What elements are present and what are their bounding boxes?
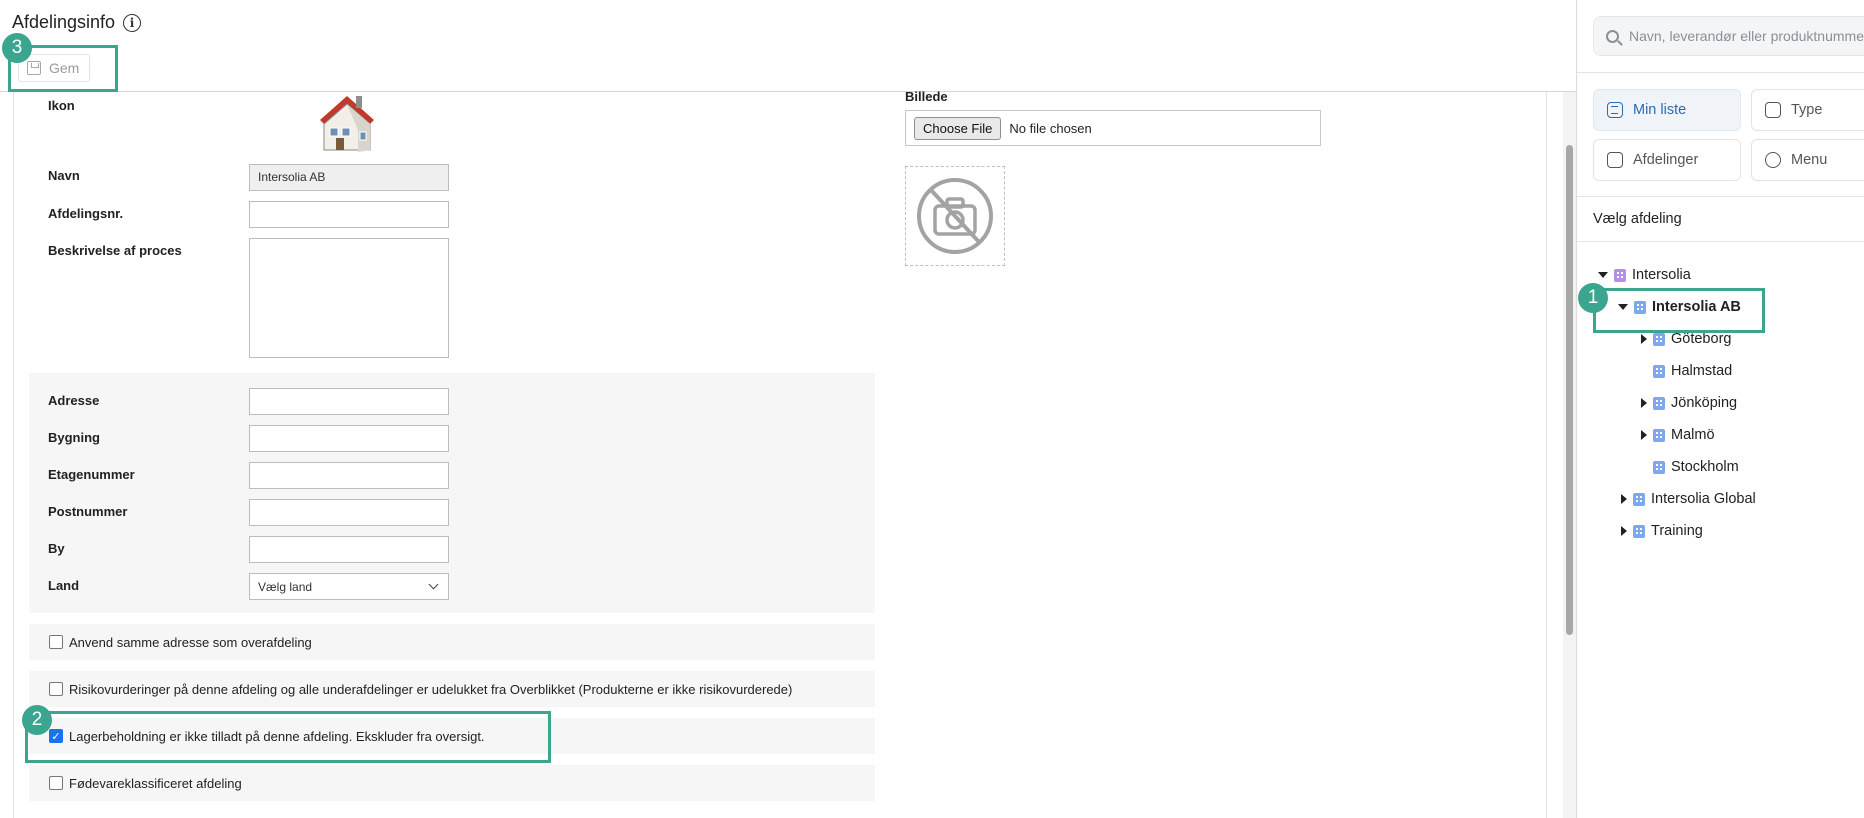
city-field[interactable] (249, 536, 449, 563)
type-icon (1765, 102, 1781, 118)
button-label: Afdelinger (1633, 152, 1699, 168)
caret-right-icon[interactable] (1621, 526, 1627, 536)
tree-item-label: Intersolia Global (1651, 491, 1756, 507)
address-label: Adresse (48, 393, 100, 408)
tree-item-intersolia[interactable]: Intersolia (1598, 265, 1691, 285)
name-label: Navn (48, 168, 80, 183)
checkbox-label: Anvend samme adresse som overafdeling (69, 634, 312, 650)
tree-item-label: Göteborg (1671, 331, 1732, 347)
highlight-box-stock (25, 711, 551, 763)
country-label: Land (48, 578, 80, 593)
tree-item-training[interactable]: Training (1621, 521, 1703, 541)
city-label: By (48, 541, 65, 556)
main-scrollbar-thumb[interactable] (1566, 145, 1573, 635)
checkbox-label: Risikovurderinger på denne afdeling og a… (69, 681, 793, 697)
sidebar-divider (1577, 196, 1864, 197)
caret-right-icon[interactable] (1641, 398, 1647, 408)
tree-item-label: Stockholm (1671, 459, 1739, 475)
address-section (29, 373, 875, 613)
departments-icon (1607, 152, 1623, 168)
image-label: Billede (905, 89, 948, 104)
country-select-value: Vælg land (258, 579, 313, 594)
caret-down-icon[interactable] (1598, 272, 1608, 278)
afdelinger-button[interactable]: Afdelinger (1593, 139, 1741, 181)
no-file-text: No file chosen (1009, 120, 1092, 136)
button-label: Type (1791, 102, 1823, 118)
building-icon (1653, 364, 1665, 378)
house-icon[interactable] (312, 90, 382, 156)
search-input[interactable]: Navn, leverandør eller produktnummer (1593, 16, 1864, 56)
checkbox-food-classified[interactable] (49, 776, 63, 790)
caret-right-icon[interactable] (1641, 334, 1647, 344)
postal-label: Postnummer (48, 504, 128, 519)
type-button[interactable]: Type (1751, 89, 1864, 131)
building-field[interactable] (249, 425, 449, 452)
sidebar-divider (1577, 72, 1864, 73)
highlight-box-intersolia-ab (1593, 288, 1765, 333)
building-icon (1653, 460, 1665, 474)
min-liste-button[interactable]: Min liste (1593, 89, 1741, 131)
menu-button[interactable]: Menu (1751, 139, 1864, 181)
chevron-down-icon (428, 579, 439, 590)
floor-label: Etagenummer (48, 467, 135, 482)
address-field[interactable] (249, 388, 449, 415)
annotation-badge-1: 1 (1578, 283, 1608, 313)
sidebar-divider (1577, 241, 1864, 242)
sidebar: Navn, leverandør eller produktnummer Min… (1576, 0, 1864, 818)
organization-icon (1614, 268, 1626, 282)
checkbox-row-same-address[interactable]: Anvend samme adresse som overafdeling (29, 624, 875, 660)
tree-item-label: Intersolia (1632, 267, 1691, 283)
checkbox-label: Fødevareklassificeret afdeling (69, 775, 242, 791)
choose-file-button[interactable]: Choose File (914, 116, 1002, 140)
annotation-badge-2: 2 (22, 705, 52, 735)
icon-label: Ikon (48, 98, 75, 113)
tree-item-intersolia-global[interactable]: Intersolia Global (1621, 489, 1756, 509)
description-label: Beskrivelse af proces (48, 243, 182, 258)
page-title: Afdelingsinfo i (12, 12, 142, 33)
country-select[interactable]: Vælg land (249, 573, 449, 600)
list-icon (1607, 102, 1623, 118)
checkbox-risk-exclusion[interactable] (49, 682, 63, 696)
caret-right-icon[interactable] (1621, 494, 1627, 504)
checkbox-row-food-classified[interactable]: Fødevareklassificeret afdeling (29, 765, 875, 801)
tree-item-halmstad[interactable]: Halmstad (1637, 361, 1732, 381)
page-title-text: Afdelingsinfo (12, 12, 116, 32)
section-title: Vælg afdeling (1593, 211, 1682, 227)
building-icon (1653, 428, 1665, 442)
menu-icon (1765, 152, 1781, 168)
tree-item-stockholm[interactable]: Stockholm (1637, 457, 1739, 477)
search-icon (1606, 29, 1619, 43)
tree-item-label: Halmstad (1671, 363, 1733, 379)
building-label: Bygning (48, 430, 100, 445)
building-icon (1633, 492, 1645, 506)
search-placeholder: Navn, leverandør eller produktnummer (1629, 28, 1864, 44)
annotation-badge-3: 3 (2, 33, 32, 63)
tree-item-label: Jönköping (1671, 395, 1738, 411)
description-textarea[interactable] (249, 238, 449, 358)
checkbox-row-risk-exclusion[interactable]: Risikovurderinger på denne afdeling og a… (29, 671, 875, 707)
building-icon (1653, 396, 1665, 410)
checkbox-same-address[interactable] (49, 635, 63, 649)
image-placeholder[interactable] (905, 166, 1005, 266)
caret-right-icon[interactable] (1641, 430, 1647, 440)
button-label: Menu (1791, 152, 1828, 168)
tree-item-label: Training (1651, 523, 1703, 539)
button-label: Min liste (1633, 102, 1687, 118)
name-field[interactable]: Intersolia AB (249, 164, 449, 191)
tree-item-jonkoping[interactable]: Jönköping (1641, 393, 1737, 413)
dept-no-label: Afdelingsnr. (48, 206, 124, 221)
building-icon (1653, 332, 1665, 346)
no-camera-icon (917, 178, 993, 254)
floor-field[interactable] (249, 462, 449, 489)
page: Afdelingsinfo i Gem Ikon Navn Intersolia… (0, 0, 1864, 818)
tree-item-label: Malmö (1671, 427, 1715, 443)
file-input[interactable]: Choose File No file chosen (905, 110, 1321, 146)
tree-item-malmo[interactable]: Malmö (1641, 425, 1715, 445)
postal-field[interactable] (249, 499, 449, 526)
building-icon (1633, 524, 1645, 538)
main-panel: Afdelingsinfo i Gem Ikon Navn Intersolia… (0, 0, 1576, 818)
dept-no-field[interactable] (249, 201, 449, 228)
info-icon[interactable]: i (123, 13, 142, 32)
